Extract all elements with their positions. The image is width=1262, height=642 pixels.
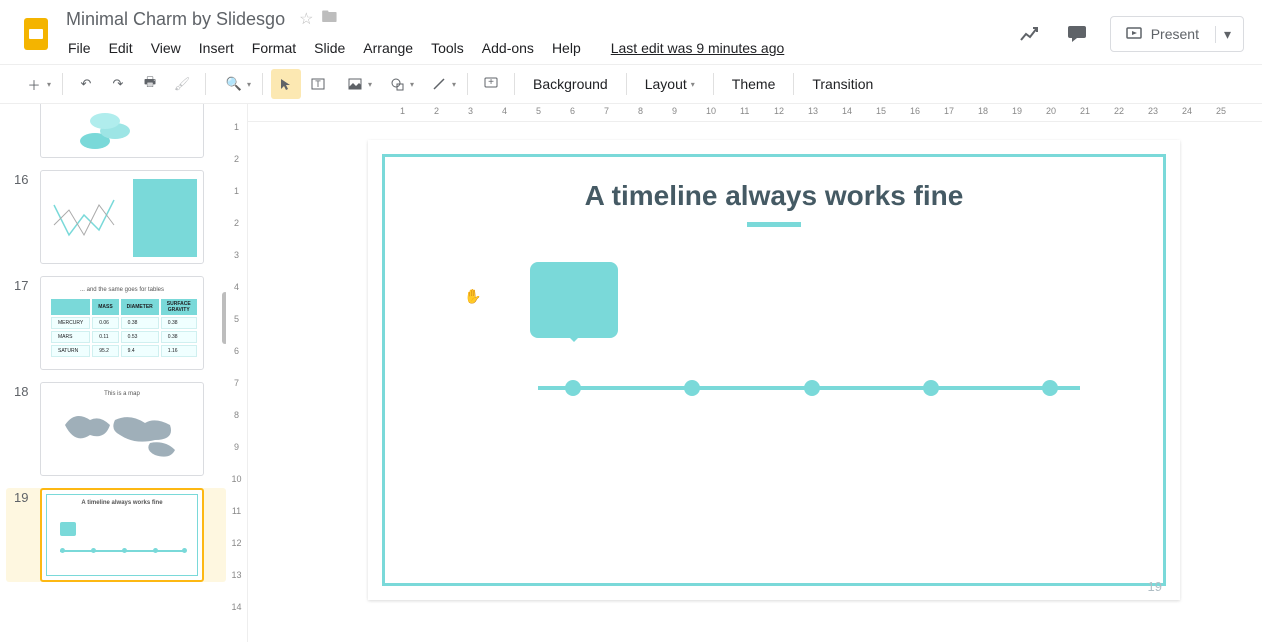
canvas-area: 1234567891011121314151617181920212223242… bbox=[248, 104, 1262, 642]
thumbnail-19[interactable]: 19 A timeline always works fine bbox=[6, 488, 226, 582]
toolbar: ＋ ↶ ↷ 🖶 🖌 🔍 T + Background Layout▾ Theme… bbox=[0, 64, 1262, 104]
horizontal-ruler: 1234567891011121314151617181920212223242… bbox=[248, 104, 1262, 122]
slide-title-text[interactable]: A timeline always works fine bbox=[368, 180, 1180, 212]
title-area: Minimal Charm by Slidesgo ☆ 🖿 File Edit … bbox=[60, 6, 1014, 60]
slide-canvas[interactable]: A timeline always works fine ✋ 19 bbox=[368, 140, 1180, 600]
slide-number: 19 bbox=[14, 488, 40, 582]
vertical-ruler: 121234567891011121314 bbox=[226, 104, 248, 642]
comments-icon[interactable] bbox=[1062, 19, 1092, 49]
separator bbox=[514, 73, 515, 95]
layout-button[interactable]: Layout▾ bbox=[635, 69, 705, 99]
menu-addons[interactable]: Add-ons bbox=[474, 36, 542, 60]
menu-slide[interactable]: Slide bbox=[306, 36, 353, 60]
main-area: Infographics make your idea understandab… bbox=[0, 104, 1262, 642]
analytics-icon[interactable] bbox=[1014, 19, 1044, 49]
menu-edit[interactable]: Edit bbox=[101, 36, 141, 60]
timeline-line[interactable] bbox=[538, 386, 1080, 390]
timeline-dot[interactable] bbox=[1042, 380, 1058, 396]
present-dropdown[interactable]: ▾ bbox=[1215, 26, 1239, 43]
print-button[interactable]: 🖶 bbox=[135, 69, 165, 99]
header-right: Present ▾ bbox=[1014, 6, 1262, 52]
callout-shape[interactable] bbox=[530, 262, 618, 338]
separator bbox=[626, 73, 627, 95]
grab-cursor-icon: ✋ bbox=[464, 288, 481, 305]
thumb-table: MASSDIAMETERSURFACE GRAVITYMERCURY0.060.… bbox=[49, 297, 199, 359]
undo-button[interactable]: ↶ bbox=[71, 69, 101, 99]
timeline-dot[interactable] bbox=[565, 380, 581, 396]
title-underline bbox=[747, 222, 801, 227]
shape-tool[interactable] bbox=[377, 69, 417, 99]
image-tool[interactable] bbox=[335, 69, 375, 99]
present-button[interactable]: Present ▾ bbox=[1110, 16, 1244, 52]
transition-button[interactable]: Transition bbox=[802, 69, 883, 99]
canvas-viewport[interactable]: A timeline always works fine ✋ 19 bbox=[248, 122, 1262, 642]
menu-tools[interactable]: Tools bbox=[423, 36, 472, 60]
move-folder-icon[interactable]: 🖿 bbox=[321, 6, 337, 33]
theme-button[interactable]: Theme bbox=[722, 69, 786, 99]
slide-thumbnails-panel[interactable]: Infographics make your idea understandab… bbox=[0, 104, 226, 642]
thumbnail-15[interactable]: Infographics make your idea understandab… bbox=[14, 104, 226, 158]
timeline-dot[interactable] bbox=[804, 380, 820, 396]
separator bbox=[713, 73, 714, 95]
new-slide-button[interactable]: ＋ bbox=[14, 69, 54, 99]
menu-insert[interactable]: Insert bbox=[191, 36, 242, 60]
menu-arrange[interactable]: Arrange bbox=[355, 36, 421, 60]
menu-help[interactable]: Help bbox=[544, 36, 589, 60]
comment-button[interactable]: + bbox=[476, 69, 506, 99]
slide-number: 16 bbox=[14, 170, 40, 264]
line-tool[interactable] bbox=[419, 69, 459, 99]
infographic-icon bbox=[67, 111, 147, 158]
menu-format[interactable]: Format bbox=[244, 36, 304, 60]
present-label: Present bbox=[1151, 26, 1199, 42]
separator bbox=[793, 73, 794, 95]
separator bbox=[205, 73, 206, 95]
slide-page-number: 19 bbox=[1148, 579, 1162, 594]
app-header: Minimal Charm by Slidesgo ☆ 🖿 File Edit … bbox=[0, 0, 1262, 64]
separator bbox=[62, 73, 63, 95]
redo-button[interactable]: ↷ bbox=[103, 69, 133, 99]
thumbnail-18[interactable]: 18 This is a map bbox=[14, 382, 226, 476]
thumbnail-16[interactable]: 16 bbox=[14, 170, 226, 264]
map-icon bbox=[55, 405, 191, 465]
svg-text:+: + bbox=[488, 77, 494, 88]
thumb-caption: This is a map bbox=[41, 391, 203, 397]
select-tool[interactable] bbox=[271, 69, 301, 99]
last-edit-link[interactable]: Last edit was 9 minutes ago bbox=[603, 36, 793, 60]
chart-icon bbox=[49, 185, 119, 253]
zoom-button[interactable]: 🔍 bbox=[214, 69, 254, 99]
slide-number: 17 bbox=[14, 276, 40, 370]
textbox-tool[interactable]: T bbox=[303, 69, 333, 99]
menu-bar: File Edit View Insert Format Slide Arran… bbox=[60, 36, 1014, 60]
thumbnail-17[interactable]: 17 ... and the same goes for tables MASS… bbox=[14, 276, 226, 370]
svg-text:T: T bbox=[315, 79, 321, 89]
background-button[interactable]: Background bbox=[523, 69, 618, 99]
slide-number: 18 bbox=[14, 382, 40, 476]
separator bbox=[467, 73, 468, 95]
paint-format-button[interactable]: 🖌 bbox=[167, 69, 197, 99]
thumb-caption: ... and the same goes for tables bbox=[41, 287, 203, 293]
star-icon[interactable]: ☆ bbox=[299, 9, 313, 29]
slides-logo-icon bbox=[16, 9, 56, 59]
separator bbox=[262, 73, 263, 95]
menu-view[interactable]: View bbox=[143, 36, 189, 60]
menu-file[interactable]: File bbox=[60, 36, 99, 60]
present-icon bbox=[1125, 25, 1143, 43]
timeline-dot[interactable] bbox=[923, 380, 939, 396]
text-panel bbox=[133, 179, 197, 257]
document-title[interactable]: Minimal Charm by Slidesgo bbox=[60, 6, 291, 33]
slide-border bbox=[382, 154, 1166, 586]
